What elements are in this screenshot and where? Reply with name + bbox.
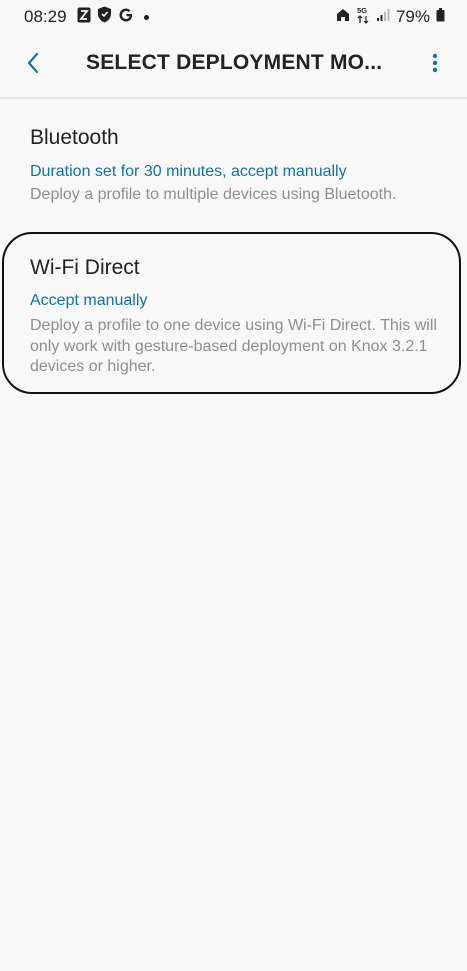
chevron-left-icon: [26, 52, 40, 79]
option-description: Deploy a profile to one device using Wi-…: [30, 317, 437, 375]
option-description: Deploy a profile to multiple devices usi…: [30, 186, 397, 203]
signal-bars-icon: [376, 8, 390, 27]
more-vert-icon: [432, 53, 438, 78]
battery-icon: [436, 7, 445, 27]
battery-percent: 79%: [395, 7, 430, 26]
nfc-tag-icon: [77, 7, 91, 28]
status-bar: 08:29 5G 79%: [0, 0, 467, 34]
option-title: Wi-Fi Direct: [30, 256, 140, 279]
notification-icons: [77, 6, 149, 28]
app-bar-divider: [0, 97, 467, 99]
dot-icon: [144, 14, 149, 20]
option-wifi-direct[interactable]: Wi-Fi Direct Accept manually Deploy a pr…: [0, 248, 467, 388]
svg-text:5G: 5G: [357, 6, 367, 15]
app-bar: SELECT DEPLOYMENT MO...: [0, 34, 467, 96]
shield-icon: [97, 6, 112, 28]
option-title: Bluetooth: [30, 126, 119, 149]
more-options-button[interactable]: [423, 48, 447, 82]
system-icons: 5G 79%: [336, 6, 445, 29]
option-bluetooth[interactable]: Bluetooth Duration set for 30 minutes, a…: [0, 120, 467, 215]
home-signal-icon: [336, 8, 350, 27]
option-subtitle: Accept manually: [30, 292, 148, 309]
network-5g-icon: 5G: [356, 6, 370, 29]
back-button[interactable]: [16, 48, 50, 82]
google-g-icon: [118, 7, 134, 28]
status-time: 08:29: [24, 7, 67, 26]
option-subtitle: Duration set for 30 minutes, accept manu…: [30, 163, 347, 180]
page-title: SELECT DEPLOYMENT MO...: [86, 51, 383, 74]
